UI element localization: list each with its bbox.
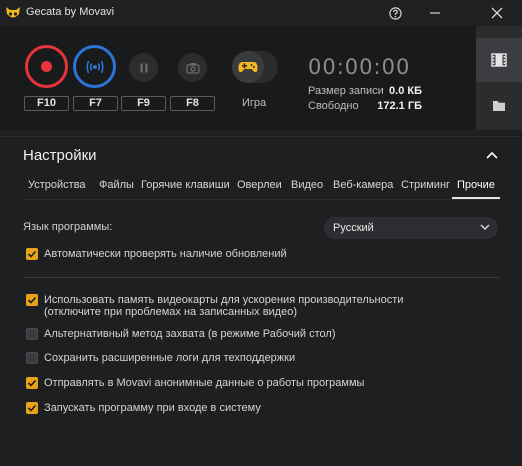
anonymous-data-checkbox[interactable] [26,377,38,389]
question-circle-icon [388,6,402,20]
tab-streaming[interactable]: Стриминг [401,177,450,199]
help-button[interactable] [378,0,412,26]
auto-update-label: Автоматически проверять наличие обновлен… [44,248,287,260]
settings-panel: Настройки Устройства Файлы Горячие клави… [0,136,522,466]
pause-icon [140,63,147,72]
record-size-label: Размер записи [308,85,384,97]
game-mode-label: Игра [242,97,267,109]
title-bar: Gecata by Movavi [0,0,522,26]
tab-other[interactable]: Прочие [452,177,500,199]
extended-logs-checkbox[interactable] [26,352,38,364]
tab-video[interactable]: Видео [291,177,323,199]
videos-button[interactable] [476,38,522,82]
gamepad-icon [238,62,258,73]
check-icon [27,250,37,258]
hotkey-record[interactable]: F10 [24,96,69,111]
section-divider [23,277,499,278]
chevron-up-icon[interactable] [483,146,501,164]
minimize-button[interactable] [418,0,452,26]
tab-hotkeys[interactable]: Горячие клавиши [141,177,230,199]
open-folder-button[interactable] [476,84,522,128]
tabs-underline [23,199,499,200]
chevron-down-icon [480,224,490,231]
minus-icon [430,12,440,14]
stream-button[interactable] [73,45,116,88]
broadcast-icon [85,60,104,73]
free-space-value: 172.1 ГБ [377,100,422,112]
tab-files[interactable]: Файлы [99,177,134,199]
recording-timer: 00:00:00 [308,55,411,79]
hotkey-stream[interactable]: F7 [73,96,118,111]
screenshot-button[interactable] [178,53,207,82]
window-title: Gecata by Movavi [26,6,115,18]
game-mode-toggle[interactable] [232,51,278,83]
gpu-memory-checkbox[interactable] [26,294,38,306]
check-icon [27,296,37,304]
language-value: Русский [333,222,374,234]
record-dot-icon [41,61,52,72]
extended-logs-label: Сохранить расширенные логи для техподдер… [44,352,296,364]
pause-button[interactable] [129,53,158,82]
close-button[interactable] [480,0,514,26]
autostart-checkbox[interactable] [26,402,38,414]
language-label: Язык программы: [23,221,113,233]
tab-webcam[interactable]: Веб-камера [333,177,393,199]
alt-capture-label: Альтернативный метод захвата (в режиме Р… [44,328,336,340]
check-icon [27,404,37,412]
gecata-logo-icon [6,7,20,18]
record-size-value: 0.0 КБ [389,85,422,97]
game-mode-knob [232,51,264,83]
film-icon [491,53,507,67]
free-space-label: Свободно [308,100,359,112]
auto-update-checkbox[interactable] [26,248,38,260]
anonymous-data-label: Отправлять в Movavi анонимные данные о р… [44,377,365,389]
record-button[interactable] [25,45,68,88]
tab-devices[interactable]: Устройства [28,177,86,199]
check-icon [27,379,37,387]
tab-overlays[interactable]: Оверлеи [237,177,282,199]
autostart-label: Запускать программу при входе в систему [44,402,261,414]
alt-capture-checkbox[interactable] [26,328,38,340]
camera-icon [185,62,200,74]
settings-title: Настройки [23,147,97,164]
hotkey-pause[interactable]: F9 [121,96,166,111]
close-icon [491,7,503,19]
language-select[interactable]: Русский [324,217,498,239]
folder-icon [493,101,505,111]
hotkey-screenshot[interactable]: F8 [170,96,215,111]
gpu-memory-sublabel: (отключите при проблемах на записанных в… [44,306,297,318]
side-panel [476,26,522,130]
